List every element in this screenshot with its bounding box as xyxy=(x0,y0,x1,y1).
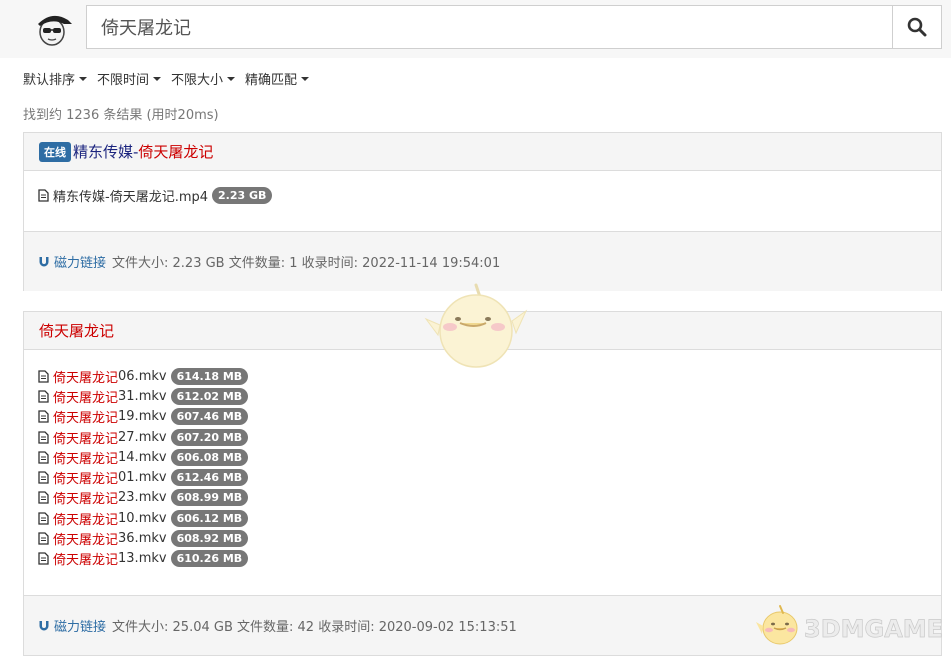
file-icon xyxy=(38,430,49,444)
file-item: 倚天屠龙记 27.mkv 607.20 MB xyxy=(38,427,927,447)
file-name-rest: 01.mkv xyxy=(118,470,167,486)
sort-dropdown[interactable]: 默认排序 xyxy=(23,69,88,88)
magnet-link-label: 磁力链接 xyxy=(54,256,107,271)
file-icon xyxy=(38,390,49,403)
top-bar xyxy=(0,0,951,58)
search-icon xyxy=(907,17,927,37)
file-item: 倚天屠龙记 19.mkv 607.46 MB xyxy=(38,407,927,427)
size-filter-label: 不限大小 xyxy=(171,73,224,88)
magnet-link[interactable]: 磁力链接 xyxy=(38,616,106,635)
site-logo-icon[interactable] xyxy=(34,8,74,48)
file-icon xyxy=(38,369,49,383)
result-title-prefix: 精东传媒- xyxy=(73,143,139,161)
file-name-rest: 31.mkv xyxy=(118,388,167,404)
result-meta: 文件大小: 2.23 GB 文件数量: 1 收录时间: 2022-11-14 1… xyxy=(112,256,501,271)
magnet-icon xyxy=(39,620,49,630)
result-title-highlight: 倚天屠龙记 xyxy=(39,322,115,340)
file-icon xyxy=(38,512,49,525)
file-name-rest: 14.mkv xyxy=(118,449,167,465)
file-name: 精东传媒-倚天屠龙记.mp4 xyxy=(53,189,209,205)
file-name-highlight: 倚天屠龙记 xyxy=(53,390,119,406)
magnet-icon xyxy=(39,256,49,266)
watermark-text: 3DMGAME xyxy=(804,615,943,643)
file-name-highlight: 倚天屠龙记 xyxy=(53,431,119,447)
file-list: 倚天屠龙记 06.mkv 614.18 MB 倚天屠龙记 31.mkv 612.02 MB… xyxy=(24,350,941,595)
file-icon xyxy=(38,491,49,505)
magnet-link[interactable]: 磁力链接 xyxy=(38,252,106,271)
file-item: 倚天屠龙记 10.mkv 606.12 MB xyxy=(38,508,927,528)
watermark-mascot-icon xyxy=(756,605,798,645)
file-item: 倚天屠龙记 01.mkv 612.46 MB xyxy=(38,467,927,487)
file-size-badge: 612.02 MB xyxy=(170,387,249,405)
file-size-badge: 614.18 MB xyxy=(170,367,249,385)
result-count: 找到约 1236 条结果 (用时20ms) xyxy=(23,108,219,123)
caret-down-icon xyxy=(301,76,310,81)
file-name-highlight: 倚天屠龙记 xyxy=(53,411,119,427)
result-meta: 文件大小: 25.04 GB 文件数量: 42 收录时间: 2020-09-02… xyxy=(112,620,517,635)
file-name-highlight: 倚天屠龙记 xyxy=(53,492,119,508)
file-name-highlight: 倚天屠龙记 xyxy=(53,553,119,569)
file-size-badge: 610.26 MB xyxy=(170,550,249,568)
file-icon xyxy=(38,471,49,484)
search-bar xyxy=(86,5,942,49)
file-size-badge: 607.20 MB xyxy=(170,428,249,446)
file-name-highlight: 倚天屠龙记 xyxy=(53,472,119,488)
search-input[interactable] xyxy=(86,5,892,49)
result-header: 在线 精东传媒-倚天屠龙记 xyxy=(24,133,941,171)
file-item: 精东传媒-倚天屠龙记.mp4 2.23 GB xyxy=(38,185,927,205)
file-size-badge: 606.12 MB xyxy=(170,509,249,527)
time-filter-label: 不限时间 xyxy=(97,73,150,88)
caret-down-icon xyxy=(79,76,88,81)
file-size-badge: 2.23 GB xyxy=(212,186,273,204)
watermark-logo: 3DMGAME xyxy=(756,605,943,645)
file-name-highlight: 倚天屠龙记 xyxy=(53,533,119,549)
file-size-badge: 608.92 MB xyxy=(170,530,249,548)
file-item: 倚天屠龙记 13.mkv 610.26 MB xyxy=(38,549,927,569)
file-name-rest: 10.mkv xyxy=(118,510,167,526)
file-name-rest: 36.mkv xyxy=(118,531,167,547)
file-icon xyxy=(38,532,49,545)
file-item: 倚天屠龙记 31.mkv 612.02 MB xyxy=(38,386,927,406)
file-size-badge: 608.99 MB xyxy=(170,489,249,507)
file-list: 精东传媒-倚天屠龙记.mp4 2.23 GB xyxy=(24,171,941,231)
caret-down-icon xyxy=(227,76,236,81)
file-name-highlight: 倚天屠龙记 xyxy=(53,451,119,467)
result-title-highlight: 倚天屠龙记 xyxy=(138,143,214,161)
sort-dropdown-label: 默认排序 xyxy=(23,73,76,88)
file-item: 倚天屠龙记 14.mkv 606.08 MB xyxy=(38,447,927,467)
file-icon xyxy=(38,410,49,423)
file-name-rest: 19.mkv xyxy=(118,409,167,425)
file-item: 倚天屠龙记 36.mkv 608.92 MB xyxy=(38,528,927,548)
file-name-rest: 23.mkv xyxy=(118,490,167,506)
file-size-badge: 606.08 MB xyxy=(170,448,249,466)
search-button[interactable] xyxy=(892,5,942,49)
match-filter-dropdown[interactable]: 精确匹配 xyxy=(245,69,310,88)
file-name-highlight: 倚天屠龙记 xyxy=(53,370,119,386)
online-badge: 在线 xyxy=(39,141,71,162)
file-icon xyxy=(38,552,49,565)
file-item: 倚天屠龙记 23.mkv 608.99 MB xyxy=(38,488,927,508)
result-title-link[interactable]: 精东传媒-倚天屠龙记 xyxy=(73,141,213,162)
mascot-watermark-icon xyxy=(424,283,528,368)
size-filter-dropdown[interactable]: 不限大小 xyxy=(171,69,236,88)
filter-bar: 默认排序 不限时间 不限大小 精确匹配 xyxy=(23,69,310,88)
time-filter-dropdown[interactable]: 不限时间 xyxy=(97,69,162,88)
file-size-badge: 607.46 MB xyxy=(170,408,249,426)
file-name-rest: 27.mkv xyxy=(118,429,167,445)
caret-down-icon xyxy=(153,76,162,81)
magnet-link-label: 磁力链接 xyxy=(54,620,107,635)
file-icon xyxy=(38,188,49,202)
file-name-highlight: 倚天屠龙记 xyxy=(53,512,119,528)
file-name-rest: 06.mkv xyxy=(118,368,167,384)
result-panel: 在线 精东传媒-倚天屠龙记 精东传媒-倚天屠龙记.mp4 2.23 GB 磁力链… xyxy=(23,132,942,291)
file-name-rest: 13.mkv xyxy=(118,551,167,567)
file-icon xyxy=(38,451,49,464)
result-title-link[interactable]: 倚天屠龙记 xyxy=(39,320,114,341)
file-size-badge: 612.46 MB xyxy=(170,469,249,487)
match-filter-label: 精确匹配 xyxy=(245,73,298,88)
